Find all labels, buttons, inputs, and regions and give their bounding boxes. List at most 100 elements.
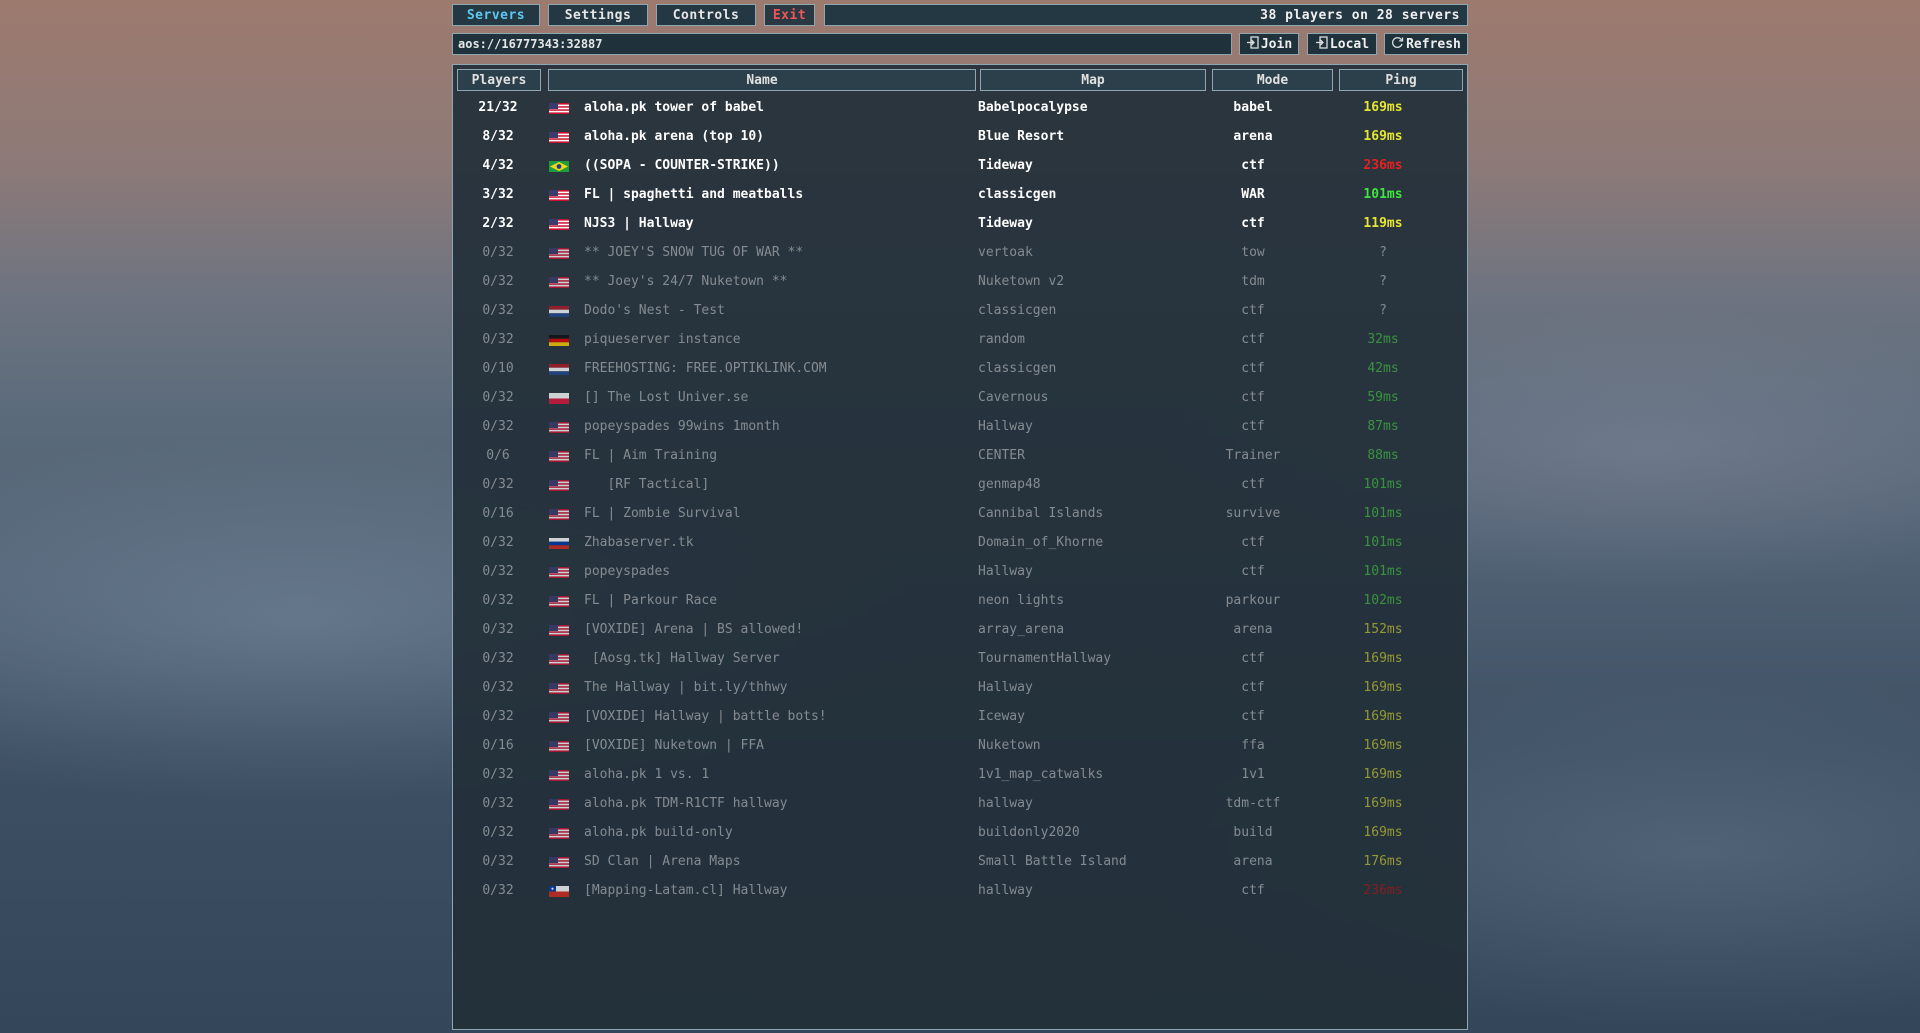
server-ping: 169ms bbox=[1363, 796, 1403, 811]
server-ping: 236ms bbox=[1363, 158, 1403, 173]
server-row[interactable]: 2/32 NJS3 | Hallway Tideway ctf 119ms bbox=[453, 209, 1467, 238]
server-name: FREEHOSTING: FREE.OPTIKLINK.COM bbox=[584, 361, 827, 376]
server-row[interactable]: 0/32 [VOXIDE] Arena | BS allowed! array_ar… bbox=[453, 615, 1467, 644]
flag-nl-icon bbox=[549, 306, 569, 317]
server-name: popeyspades bbox=[584, 564, 671, 579]
server-players: 0/32 bbox=[482, 477, 514, 492]
server-mode: ctf bbox=[1241, 709, 1265, 724]
server-map: Cannibal Islands bbox=[978, 506, 1104, 521]
flag-us-icon bbox=[549, 567, 569, 578]
server-row[interactable]: 0/32 [] The Lost Univer.se Cavernous ctf 59m… bbox=[453, 383, 1467, 412]
server-map: hallway bbox=[978, 883, 1033, 898]
server-mode: arena bbox=[1233, 854, 1273, 869]
join-button[interactable]: Join bbox=[1239, 33, 1299, 55]
server-players: 0/10 bbox=[482, 361, 514, 376]
refresh-icon bbox=[1391, 36, 1404, 53]
tab-settings[interactable]: Settings bbox=[548, 4, 648, 26]
server-list: Players Name Map Mode Ping 21/32 aloha.pk… bbox=[452, 64, 1468, 1030]
server-map: Tideway bbox=[978, 158, 1033, 173]
server-name: aloha.pk arena (top 10) bbox=[584, 129, 765, 144]
server-name: FL | spaghetti and meatballs bbox=[584, 187, 804, 202]
server-ping: 87ms bbox=[1367, 419, 1399, 434]
server-mode: Trainer bbox=[1225, 448, 1281, 463]
server-players: 0/32 bbox=[482, 709, 514, 724]
column-header-name[interactable]: Name bbox=[548, 69, 976, 91]
server-players: 0/32 bbox=[482, 767, 514, 782]
server-name: SD Clan | Arena Maps bbox=[584, 854, 741, 869]
server-row[interactable]: 0/32 aloha.pk 1 vs. 1 1v1_map_catwalks 1v1 1… bbox=[453, 760, 1467, 789]
server-row[interactable]: 0/32 FL | Parkour Race neon lights parkour 1… bbox=[453, 586, 1467, 615]
server-row[interactable]: 0/32 piqueserver instance random ctf 32ms bbox=[453, 325, 1467, 354]
server-players: 0/32 bbox=[482, 535, 514, 550]
server-map: Nuketown bbox=[978, 738, 1041, 753]
column-header-map[interactable]: Map bbox=[980, 69, 1206, 91]
flag-us-icon bbox=[549, 625, 569, 636]
server-row[interactable]: 0/32 [VOXIDE] Hallway | battle bots! Icewa… bbox=[453, 702, 1467, 731]
server-row[interactable]: 0/6 FL | Aim Training CENTER Trainer 88ms bbox=[453, 441, 1467, 470]
server-map: Hallway bbox=[978, 680, 1033, 695]
local-button[interactable]: Local bbox=[1307, 33, 1377, 55]
server-map: Babelpocalypse bbox=[978, 100, 1088, 115]
server-row[interactable]: 0/32 [RF Tactical] genmap48 ctf 101ms bbox=[453, 470, 1467, 499]
tab-controls[interactable]: Controls bbox=[656, 4, 756, 26]
server-ping: 101ms bbox=[1363, 564, 1403, 579]
server-players: 2/32 bbox=[482, 216, 514, 231]
server-row[interactable]: 4/32 ((SOPA - COUNTER-STRIKE)) Tideway ctf 2… bbox=[453, 151, 1467, 180]
server-row[interactable]: 3/32 FL | spaghetti and meatballs classicg… bbox=[453, 180, 1467, 209]
flag-us-icon bbox=[549, 132, 569, 143]
server-row[interactable]: 0/32 Dodo's Nest - Test classicgen ctf? bbox=[453, 296, 1467, 325]
server-row[interactable]: 0/32 popeyspades 99wins 1month Hallway ctf 8… bbox=[453, 412, 1467, 441]
server-name: FL | Aim Training bbox=[584, 448, 718, 463]
refresh-button[interactable]: Refresh bbox=[1384, 33, 1468, 55]
server-name: Zhabaserver.tk bbox=[584, 535, 694, 550]
server-players: 0/32 bbox=[482, 680, 514, 695]
server-row[interactable]: 0/32 ** Joey's 24/7 Nuketown ** Nuketown v… bbox=[453, 267, 1467, 296]
server-row[interactable]: 8/32 aloha.pk arena (top 10) Blue Resort ar… bbox=[453, 122, 1467, 151]
server-mode: tdm bbox=[1241, 274, 1265, 289]
server-mode: ctf bbox=[1241, 535, 1265, 550]
server-map: classicgen bbox=[978, 361, 1057, 376]
server-address-input[interactable]: aos://16777343:32887 bbox=[452, 33, 1232, 55]
flag-us-icon bbox=[549, 596, 569, 607]
server-row[interactable]: 21/32 aloha.pk tower of babel Babelpocalyp… bbox=[453, 93, 1467, 122]
server-row[interactable]: 0/16 FL | Zombie Survival Cannibal Islands… bbox=[453, 499, 1467, 528]
server-ping: ? bbox=[1379, 274, 1387, 289]
server-map: Nuketown v2 bbox=[978, 274, 1065, 289]
server-mode: ctf bbox=[1241, 216, 1265, 231]
server-name: [RF Tactical] bbox=[584, 477, 710, 492]
server-ping: 59ms bbox=[1367, 390, 1399, 405]
server-mode: ctf bbox=[1241, 303, 1265, 318]
server-mode: ctf bbox=[1241, 332, 1265, 347]
server-players: 0/32 bbox=[482, 883, 514, 898]
exit-button[interactable]: Exit bbox=[764, 4, 815, 26]
server-name: aloha.pk tower of babel bbox=[584, 100, 765, 115]
flag-us-icon bbox=[549, 422, 569, 433]
server-name: [Aosg.tk] Hallway Server bbox=[584, 651, 780, 666]
server-row[interactable]: 0/32 [Aosg.tk] Hallway Server TournamentH… bbox=[453, 644, 1467, 673]
server-players: 0/16 bbox=[482, 738, 514, 753]
server-row[interactable]: 0/32 SD Clan | Arena Maps Small Battle Isl… bbox=[453, 847, 1467, 876]
server-players: 0/32 bbox=[482, 651, 514, 666]
server-row[interactable]: 0/10 FREEHOSTING: FREE.OPTIKLINK.COM class… bbox=[453, 354, 1467, 383]
column-header-players[interactable]: Players bbox=[457, 69, 541, 91]
server-row[interactable]: 0/32 aloha.pk build-only buildonly2020 buil… bbox=[453, 818, 1467, 847]
server-row[interactable]: 0/32 The Hallway | bit.ly/thhwy Hallway ctf… bbox=[453, 673, 1467, 702]
server-ping: 42ms bbox=[1367, 361, 1399, 376]
server-row[interactable]: 0/32 Zhabaserver.tk Domain_of_Khorne ctf 101… bbox=[453, 528, 1467, 557]
server-map: Small Battle Island bbox=[978, 854, 1127, 869]
server-players: 0/32 bbox=[482, 332, 514, 347]
server-row[interactable]: 0/32 popeyspades Hallway ctf 101ms bbox=[453, 557, 1467, 586]
server-row[interactable]: 0/32 aloha.pk TDM-R1CTF hallway hallway tdm… bbox=[453, 789, 1467, 818]
server-row[interactable]: 0/32 [Mapping-Latam.cl] Hallway hallway ctf… bbox=[453, 876, 1467, 905]
server-ping: 169ms bbox=[1363, 680, 1403, 695]
server-row[interactable]: 0/32 ** JOEY'S SNOW TUG OF WAR ** vertoak t… bbox=[453, 238, 1467, 267]
server-players: 3/32 bbox=[482, 187, 514, 202]
column-header-ping[interactable]: Ping bbox=[1339, 69, 1463, 91]
column-header-mode[interactable]: Mode bbox=[1212, 69, 1333, 91]
server-row[interactable]: 0/16 [VOXIDE] Nuketown | FFA Nuketown ffa 16… bbox=[453, 731, 1467, 760]
tab-servers[interactable]: Servers bbox=[452, 4, 540, 26]
server-name: FL | Zombie Survival bbox=[584, 506, 741, 521]
server-players: 21/32 bbox=[478, 100, 518, 115]
server-map: 1v1_map_catwalks bbox=[978, 767, 1104, 782]
flag-pl-icon bbox=[549, 393, 569, 404]
